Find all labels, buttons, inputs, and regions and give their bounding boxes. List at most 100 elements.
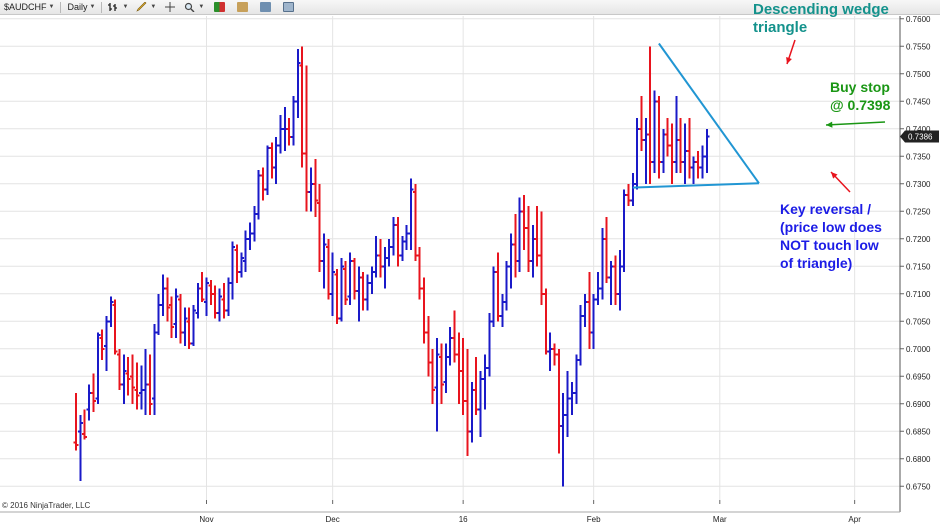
ohlc-bar <box>612 255 618 305</box>
ohlc-bar <box>304 65 310 212</box>
ohlc-bar <box>438 343 444 404</box>
annotation-line: (price low does <box>780 219 882 235</box>
ohlc-bar <box>217 288 223 322</box>
ohlc-bar <box>90 373 96 412</box>
annotation-arrowhead <box>826 121 833 128</box>
ohlc-bar <box>264 145 270 195</box>
ohlc-bar <box>360 271 366 311</box>
y-tick-label: 0.6800 <box>906 455 931 464</box>
ohlc-bar <box>364 274 370 311</box>
ohlc-bar <box>147 354 153 415</box>
ohlc-bar <box>338 258 344 322</box>
ohlc-bar <box>195 282 201 319</box>
ohlc-bar <box>569 381 575 415</box>
ohlc-bar <box>73 392 79 451</box>
ohlc-bar <box>273 137 279 184</box>
ohlc-bar <box>695 150 701 179</box>
ohlc-bar <box>177 293 183 344</box>
ohlc-bar <box>256 170 262 220</box>
ohlc-bar <box>556 348 562 454</box>
price-chart[interactable]: 0.76000.75500.75000.74500.74000.73500.73… <box>0 0 940 529</box>
y-tick-label: 0.7600 <box>906 15 931 24</box>
ohlc-bar <box>691 156 697 184</box>
ohlc-bar <box>491 266 497 327</box>
ohlc-bar <box>495 252 501 322</box>
annotation-text: Buy stop @ 0.7398 <box>830 79 891 113</box>
ohlc-bar <box>686 117 692 179</box>
ohlc-bar <box>282 106 288 151</box>
annotation-line: Buy stop <box>830 79 890 95</box>
x-tick-label: Dec <box>326 515 340 524</box>
ohlc-bar <box>482 354 488 410</box>
ohlc-bar <box>508 233 514 289</box>
ohlc-bar <box>369 266 375 294</box>
x-tick-label: 16 <box>459 515 468 524</box>
ohlc-bar <box>169 296 175 338</box>
ohlc-bar <box>77 414 83 481</box>
x-tick-label: Apr <box>848 515 861 524</box>
ohlc-bar <box>234 244 240 283</box>
ohlc-bar <box>630 172 636 206</box>
ohlc-bar <box>143 348 149 415</box>
y-tick-label: 0.6850 <box>906 427 931 436</box>
annotation-text: Key reversal / (price low does NOT touch l… <box>780 201 882 271</box>
ohlc-bar <box>656 95 662 179</box>
ohlc-bar <box>230 241 236 300</box>
ohlc-bar <box>351 258 357 300</box>
ohlc-bar <box>647 46 653 184</box>
ohlc-bar <box>199 271 205 302</box>
ohlc-bar <box>560 392 566 487</box>
ohlc-bar <box>399 236 405 261</box>
annotation-arrowhead <box>786 57 792 64</box>
y-tick-label: 0.7300 <box>906 180 931 189</box>
ohlc-bar <box>395 216 401 267</box>
annotation-line: NOT touch low <box>780 237 879 253</box>
ohlc-bar <box>412 183 418 261</box>
ohlc-bar <box>451 310 457 363</box>
ohlc-bar <box>673 95 679 173</box>
ohlc-bar <box>595 271 601 305</box>
ohlc-bar <box>621 189 627 272</box>
ohlc-bar <box>269 142 275 179</box>
ohlc-bar <box>682 123 688 184</box>
ohlc-bar <box>625 183 631 206</box>
ohlc-bar <box>330 252 336 316</box>
ohlc-bar <box>164 277 170 322</box>
last-price-label: 0.7386 <box>908 132 933 141</box>
ohlc-bar <box>469 381 475 443</box>
ohlc-bar <box>604 216 610 283</box>
ohlc-bar <box>639 95 644 151</box>
ohlc-bar <box>517 197 523 272</box>
ohlc-bar <box>512 214 518 278</box>
y-tick-label: 0.7150 <box>906 262 931 271</box>
ohlc-bar <box>704 128 710 173</box>
ohlc-bar <box>573 354 579 404</box>
ohlc-bar <box>156 293 162 335</box>
ohlc-bar <box>547 332 553 371</box>
ohlc-bar <box>443 343 449 393</box>
ohlc-bar <box>343 260 349 305</box>
ohlc-bar <box>678 117 684 173</box>
ohlc-bar <box>295 49 301 118</box>
ohlc-bar <box>373 236 379 278</box>
ohlc-bar <box>669 123 675 184</box>
ohlc-bar <box>552 343 557 366</box>
ohlc-bar <box>530 225 536 278</box>
ohlc-bar <box>617 249 623 311</box>
ohlc-bar <box>417 247 423 300</box>
ohlc-bar <box>386 238 392 267</box>
ohlc-bar <box>243 230 249 272</box>
ohlc-bar <box>312 159 318 217</box>
ohlc-bar <box>204 277 209 316</box>
annotation-line: triangle <box>753 19 807 36</box>
ohlc-bar <box>321 233 327 289</box>
ohlc-bar <box>299 46 305 168</box>
ohlc-bar <box>112 299 118 355</box>
ohlc-bar <box>421 277 427 344</box>
annotation-line: @ 0.7398 <box>830 97 891 113</box>
copyright-notice: © 2016 NinjaTrader, LLC <box>2 501 91 510</box>
ohlc-bar <box>208 280 214 305</box>
ohlc-bar <box>538 211 544 305</box>
annotation-line: Key reversal / <box>780 201 871 217</box>
ohlc-bar <box>578 304 584 366</box>
